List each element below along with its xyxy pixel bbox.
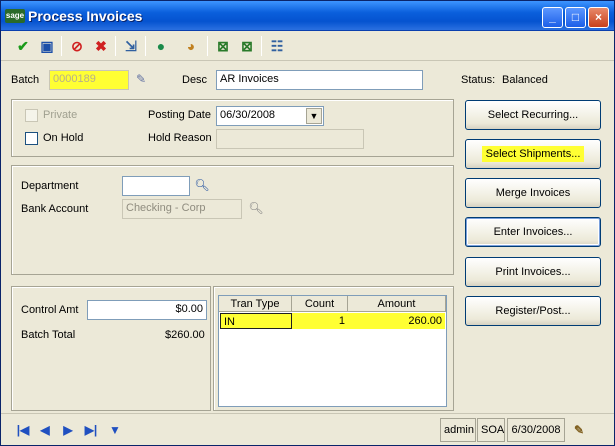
toolbar-separator <box>61 36 62 56</box>
first-record-icon[interactable]: |◀ <box>13 420 33 440</box>
help-icon[interactable]: ● <box>151 36 171 56</box>
toolbar: ✔ ▣ ⊘ ✖ ⇲ ● ◕ ⊠ ⊠ ☷ <box>1 31 614 61</box>
column-header-count[interactable]: Count <box>292 296 348 312</box>
register-post-label: Register/Post... <box>495 305 571 317</box>
previous-record-icon[interactable]: ◀ <box>35 420 55 440</box>
hold-reason-field[interactable] <box>216 129 364 149</box>
enter-invoices-button[interactable]: Enter Invoices... <box>465 217 601 247</box>
close-button[interactable]: × <box>588 7 609 28</box>
toolbar-separator <box>115 36 116 56</box>
status-company: SOA <box>477 418 505 442</box>
filter-icon[interactable]: ▼ <box>105 420 125 440</box>
bank-account-label: Bank Account <box>21 203 89 215</box>
print-invoices-label: Print Invoices... <box>495 266 571 278</box>
on-hold-label: On Hold <box>43 132 84 144</box>
select-recurring-label: Select Recurring... <box>487 109 579 121</box>
save-icon[interactable]: ▣ <box>37 36 57 56</box>
process-invoices-window: sage Process Invoices _ □ × ✔ ▣ ⊘ ✖ ⇲ ● … <box>0 0 615 446</box>
column-header-tran-type[interactable]: Tran Type <box>219 296 292 312</box>
posting-date-label: Posting Date <box>148 109 211 121</box>
register-post-button[interactable]: Register/Post... <box>465 296 601 326</box>
window-title: Process Invoices <box>28 8 143 24</box>
export-icon[interactable]: ⇲ <box>121 36 141 56</box>
bank-account-field[interactable]: Checking - Corp <box>122 199 242 219</box>
department-label: Department <box>21 180 79 192</box>
private-checkbox[interactable] <box>25 109 38 122</box>
cell-tran-type[interactable]: IN <box>220 313 292 329</box>
status-user: admin <box>440 418 476 442</box>
control-amt-field[interactable]: $0.00 <box>87 300 207 320</box>
toolbar-separator <box>145 36 146 56</box>
desc-field[interactable]: AR Invoices <box>216 70 423 90</box>
batch-lookup-icon[interactable]: ✎ <box>131 70 151 90</box>
status-bar: |◀ ◀ ▶ ▶| ▼ admin SOA 6/30/2008 ✎ <box>1 413 614 445</box>
sage-logo-icon: sage <box>5 9 25 23</box>
status-date: 6/30/2008 <box>507 418 565 442</box>
batch-total-label: Batch Total <box>21 329 76 341</box>
select-recurring-button[interactable]: Select Recurring... <box>465 100 601 130</box>
department-search-icon[interactable]: 🔍︎ <box>192 176 212 196</box>
chart-icon[interactable]: ◕ <box>181 36 201 56</box>
status-value: Balanced <box>502 74 548 86</box>
approve-icon[interactable]: ⊠ <box>237 36 257 56</box>
check-icon[interactable]: ✔ <box>13 36 33 56</box>
chevron-down-icon[interactable]: ▼ <box>306 108 322 124</box>
toolbar-separator <box>207 36 208 56</box>
last-record-icon[interactable]: ▶| <box>81 420 101 440</box>
private-label: Private <box>43 109 78 121</box>
merge-invoices-button[interactable]: Merge Invoices <box>465 178 601 208</box>
transactions-grid[interactable]: Tran Type Count Amount IN 1 260.00 <box>218 295 447 407</box>
maximize-button[interactable]: □ <box>565 7 586 28</box>
notes-icon[interactable]: ✎ <box>569 420 589 440</box>
minimize-button[interactable]: _ <box>542 7 563 28</box>
on-hold-checkbox[interactable] <box>25 132 38 145</box>
batch-icon[interactable]: ⊠ <box>213 36 233 56</box>
column-header-amount[interactable]: Amount <box>348 296 446 312</box>
control-amt-label: Control Amt <box>21 304 79 316</box>
cell-amount[interactable]: 260.00 <box>348 313 445 329</box>
toolbar-separator <box>261 36 262 56</box>
batch-total-value: $260.00 <box>165 329 205 341</box>
table-row[interactable]: IN 1 260.00 <box>220 313 445 329</box>
select-shipments-label: Select Shipments... <box>481 146 585 162</box>
bank-account-search-icon[interactable]: 🔍︎ <box>246 199 266 219</box>
enter-invoices-label: Enter Invoices... <box>493 226 573 238</box>
cell-count[interactable]: 1 <box>292 313 348 329</box>
department-field[interactable] <box>122 176 190 196</box>
hold-reason-label: Hold Reason <box>148 132 212 144</box>
batch-label: Batch <box>11 74 40 86</box>
title-bar: sage Process Invoices _ □ × <box>1 1 614 31</box>
merge-invoices-label: Merge Invoices <box>495 187 571 199</box>
cancel-icon[interactable]: ⊘ <box>67 36 87 56</box>
delete-icon[interactable]: ✖ <box>91 36 111 56</box>
batch-field[interactable]: 0000189 <box>49 70 129 90</box>
status-label: Status: <box>461 74 496 86</box>
desc-label: Desc <box>182 74 208 86</box>
list-icon[interactable]: ☷ <box>267 36 287 56</box>
select-shipments-button[interactable]: Select Shipments... <box>465 139 601 169</box>
next-record-icon[interactable]: ▶ <box>58 420 78 440</box>
print-invoices-button[interactable]: Print Invoices... <box>465 257 601 287</box>
